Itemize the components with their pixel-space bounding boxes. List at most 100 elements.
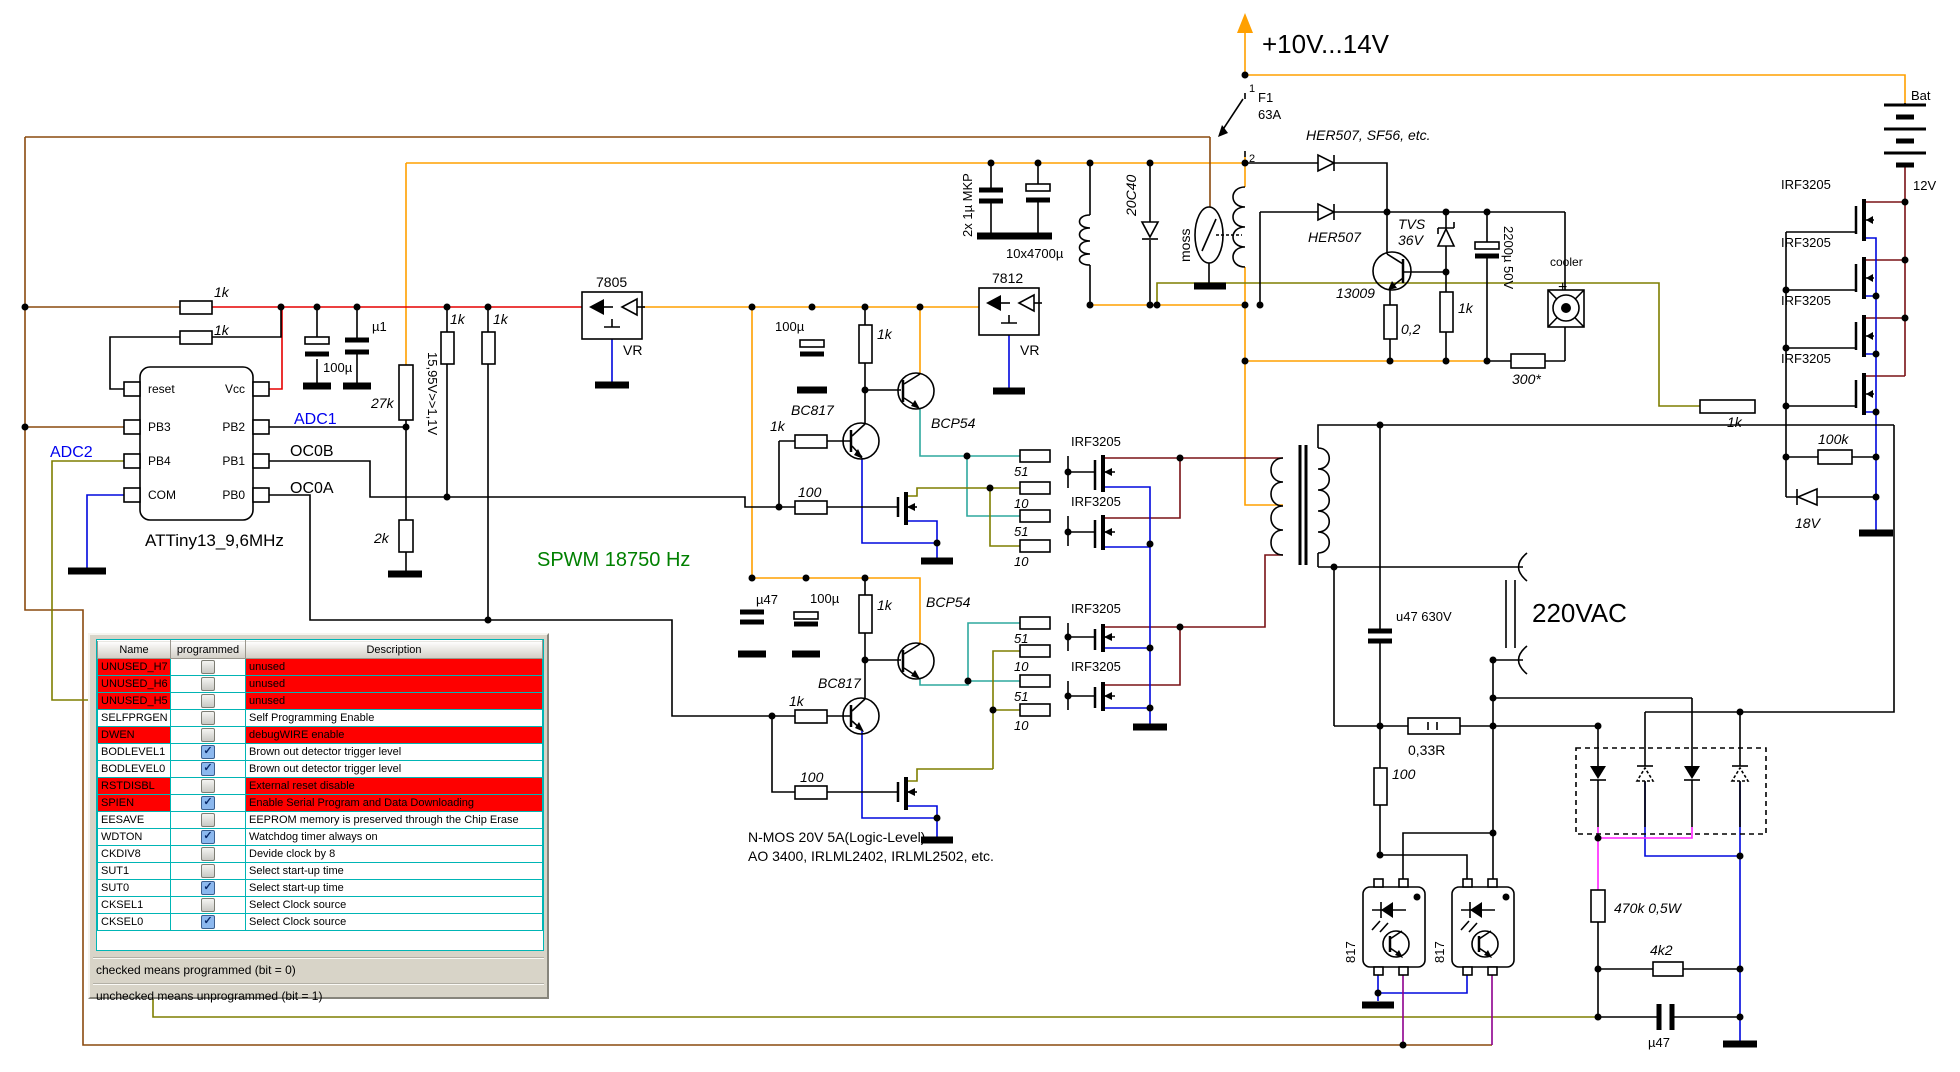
fuse-name-cell: BODLEVEL1: [97, 743, 171, 761]
fuse-row: EESAVE EEPROM memory is preserved through…: [97, 811, 543, 829]
wires-red: [210, 306, 582, 390]
battery-label: Bat: [1911, 88, 1931, 103]
fuse-description-cell: unused: [245, 692, 543, 710]
r51-3: 51: [1014, 631, 1028, 646]
c2200-label: 2200µ 50V: [1501, 226, 1516, 289]
bc817-2-label: BC817: [818, 675, 862, 691]
r1k-oc0a: 1k: [493, 311, 509, 327]
r100-opto: 100: [1392, 766, 1416, 782]
cu47-snub: µ47: [1648, 1035, 1670, 1050]
pin-pb0: PB0: [222, 488, 245, 502]
fuse-description-cell: debugWIRE enable: [245, 726, 543, 744]
fuse-programmed-cell: [170, 743, 246, 761]
battery-voltage: 12V: [1913, 178, 1936, 193]
fuse-checkbox[interactable]: [201, 796, 215, 810]
fuse-description-cell: Watchdog timer always on: [245, 828, 543, 846]
fuse-rating: 63A: [1258, 107, 1281, 122]
fuse-row: BODLEVEL1 Brown out detector trigger leve…: [97, 743, 543, 761]
fuse-programmed-cell: [170, 692, 246, 710]
fuse-programmed-cell: [170, 896, 246, 914]
fuse-name-cell: CKSEL1: [97, 896, 171, 914]
r470k-label: 470k 0,5W: [1614, 900, 1683, 916]
r1k-drv1: 1k: [877, 326, 893, 342]
pin-vcc: Vcc: [225, 382, 245, 396]
cooler-label: cooler: [1550, 255, 1583, 269]
fuse-checkbox[interactable]: [201, 660, 215, 674]
fuse-name-cell: CKDIV8: [97, 845, 171, 863]
tvs-label: TVS: [1398, 216, 1426, 232]
irf-m1: IRF3205: [1071, 434, 1121, 449]
fuse-row: CKDIV8 Devide clock by 8: [97, 845, 543, 863]
fuse-row: UNUSED_H6 unused: [97, 675, 543, 693]
bcp54-2-label: BCP54: [926, 594, 971, 610]
fuse-checkbox[interactable]: [201, 694, 215, 708]
fuse-description-cell: External reset disable: [245, 777, 543, 795]
fuse-programmed-cell: [170, 794, 246, 812]
fuse-name-cell: SUT0: [97, 879, 171, 897]
fuse-checkbox[interactable]: [201, 779, 215, 793]
fuse-checkbox[interactable]: [201, 898, 215, 912]
divider-note: 15,95V>>1,1V: [425, 352, 440, 435]
fuse-description-cell: Devide clock by 8: [245, 845, 543, 863]
wires-purple: [1402, 974, 1493, 1045]
fuse-checkbox[interactable]: [201, 830, 215, 844]
pin-pb1: PB1: [222, 454, 245, 468]
fuse-checkbox[interactable]: [201, 915, 215, 929]
fuse-programmed-cell: [170, 828, 246, 846]
fuse-checkbox[interactable]: [201, 677, 215, 691]
irf-r2: IRF3205: [1781, 235, 1831, 250]
r2k-label: 2k: [373, 530, 390, 546]
fuse-description-cell: Select Clock source: [245, 913, 543, 931]
filter-inductor: [1078, 214, 1091, 266]
fuse-name-cell: UNUSED_H6: [97, 675, 171, 693]
fuse-checkbox[interactable]: [201, 728, 215, 742]
fuse-programmed-cell: [170, 913, 246, 931]
fuse-checkbox[interactable]: [201, 762, 215, 776]
fuse-name-cell: EESAVE: [97, 811, 171, 829]
fuse-name-cell: SUT1: [97, 862, 171, 880]
fuse-checkbox[interactable]: [201, 745, 215, 759]
fuse-name-cell: DWEN: [97, 726, 171, 744]
pin-com: COM: [148, 488, 176, 502]
fuse-row: RSTDISBL External reset disable: [97, 777, 543, 795]
fuse-description-cell: Brown out detector trigger level: [245, 760, 543, 778]
pin-pb3: PB3: [148, 420, 171, 434]
fuse-checkbox[interactable]: [201, 881, 215, 895]
mcu-name: ATTiny13_9,6MHz: [145, 531, 284, 550]
ac-sockets: [1517, 552, 1528, 675]
irf-m4: IRF3205: [1071, 659, 1121, 674]
fuse-description-cell: Brown out detector trigger level: [245, 743, 543, 761]
r02-label: 0,2: [1401, 321, 1421, 337]
r10-2: 10: [1014, 554, 1029, 569]
fuse-row: SELFPRGEN Self Programming Enable: [97, 709, 543, 727]
regulator-7805: [581, 291, 645, 340]
fuse-name-cell: SELFPRGEN: [97, 709, 171, 727]
r1k-pb3: 1k: [214, 284, 230, 300]
fuse-programmed-cell: [170, 726, 246, 744]
opto2-label: 817: [1432, 941, 1447, 963]
c100u-vcc: 100µ: [323, 360, 353, 375]
vin-label: +10V...14V: [1262, 29, 1390, 59]
r10-1: 10: [1014, 496, 1029, 511]
fuse-programmed-cell: [170, 658, 246, 676]
bc817-1-label: BC817: [791, 402, 835, 418]
fuse-checkbox[interactable]: [201, 847, 215, 861]
r1k-base1: 1k: [770, 418, 786, 434]
net-oc0a: OC0A: [290, 480, 334, 497]
diode-list-label: HER507, SF56, etc.: [1306, 127, 1431, 143]
spwm-label: SPWM 18750 Hz: [537, 549, 690, 571]
fuse-checkbox[interactable]: [201, 711, 215, 725]
z18-label: 18V: [1795, 515, 1822, 531]
fuse-row: SUT1 Select start-up time: [97, 862, 543, 880]
reg7812-vr: VR: [1020, 342, 1039, 358]
fuse-checkbox[interactable]: [201, 813, 215, 827]
fuse-checkbox[interactable]: [201, 864, 215, 878]
r51-4: 51: [1014, 689, 1028, 704]
fuse-name: F1: [1258, 90, 1273, 105]
note-unchecked: unchecked means unprogrammed (bit = 1): [96, 989, 323, 1003]
fuse-description-cell: EEPROM memory is preserved through the C…: [245, 811, 543, 829]
irf-r3: IRF3205: [1781, 293, 1831, 308]
fuse-programmed-cell: [170, 675, 246, 693]
r300-label: 300*: [1512, 371, 1541, 387]
r27k-label: 27k: [370, 395, 395, 411]
